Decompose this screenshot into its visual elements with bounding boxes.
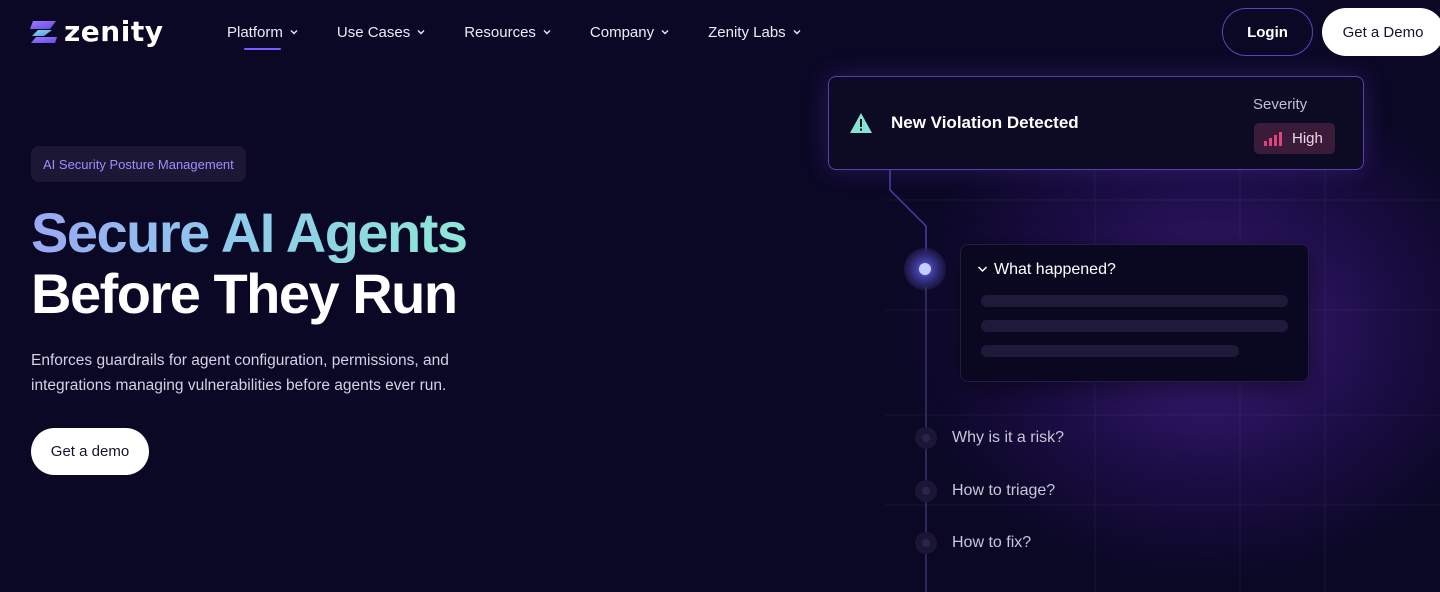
step-why-risk[interactable]: Why is it a risk? (952, 429, 1064, 447)
step-how-to-fix[interactable]: How to fix? (952, 534, 1031, 552)
placeholder-line (981, 345, 1239, 357)
step-node (915, 532, 937, 554)
step-how-to-triage[interactable]: How to triage? (952, 482, 1055, 500)
warning-triangle-icon (850, 113, 872, 133)
placeholder-line (981, 320, 1288, 332)
severity-value: High (1292, 130, 1323, 147)
chevron-down-icon (977, 266, 988, 273)
step-node (915, 480, 937, 502)
severity-badge: High (1254, 123, 1335, 154)
expanded-step-title: What happened? (994, 261, 1116, 278)
severity-label: Severity (1253, 96, 1308, 113)
signal-bars-icon (1264, 131, 1282, 146)
violation-title: New Violation Detected (891, 113, 1079, 132)
active-step-node (904, 248, 946, 290)
violation-alert-card[interactable]: New Violation Detected Severity High (828, 76, 1364, 170)
connector-line (889, 170, 927, 592)
what-happened-panel[interactable]: What happened? (960, 244, 1309, 382)
placeholder-line (981, 295, 1288, 307)
step-node (915, 427, 937, 449)
